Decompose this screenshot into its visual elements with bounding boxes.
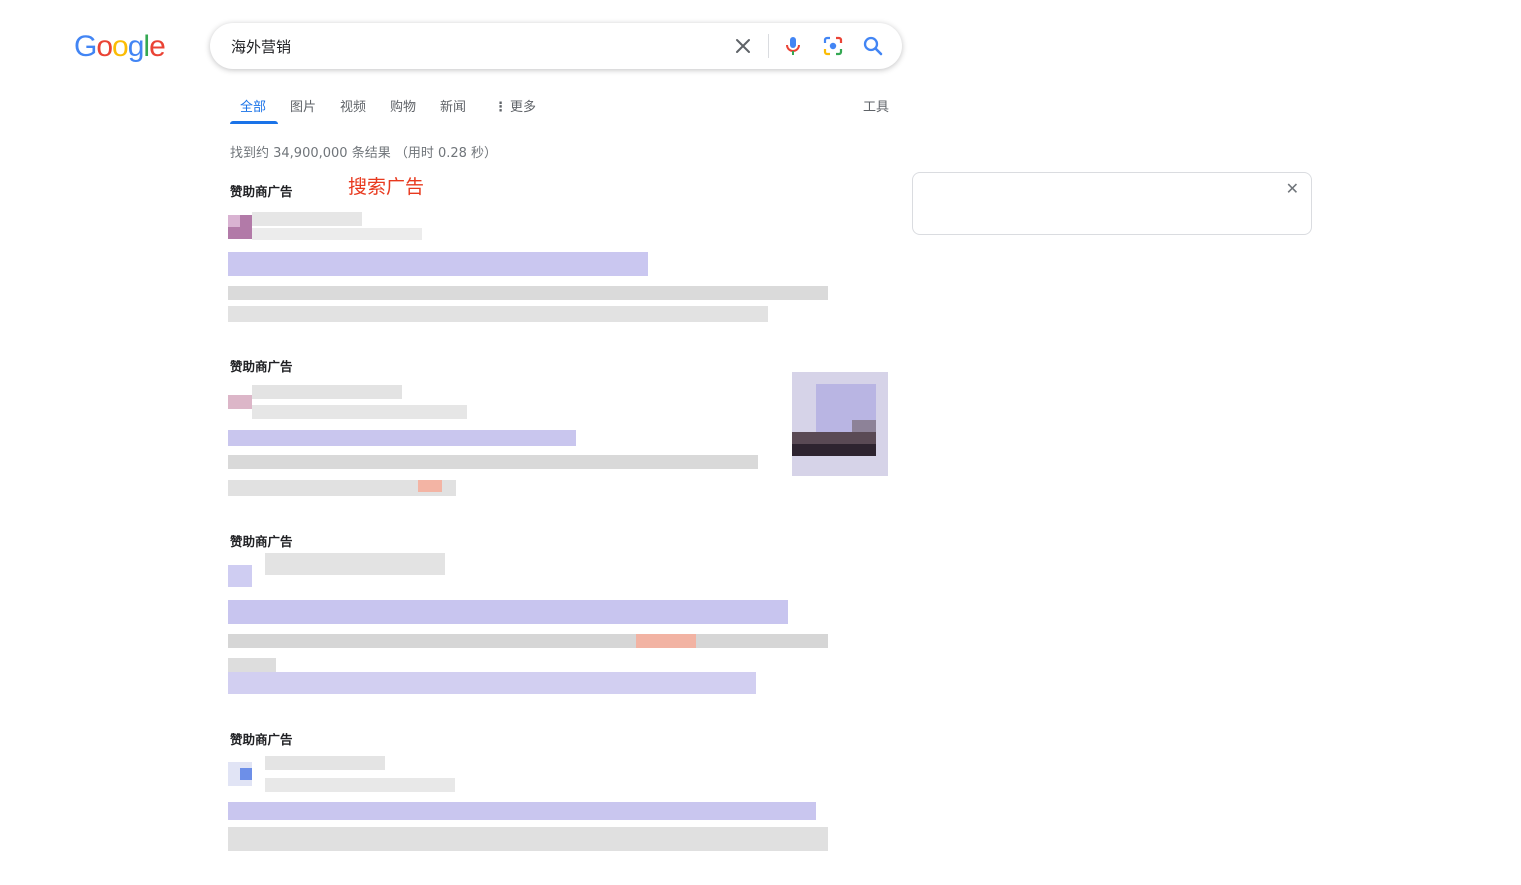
search-tabs: 全部 图片 视频 购物 新闻 ⋮ 更多 工具: [230, 92, 910, 126]
ad-thumbnail-image[interactable]: [792, 372, 888, 476]
ad-title-link[interactable]: [228, 600, 788, 624]
tab-news[interactable]: 新闻: [440, 96, 466, 115]
search-box[interactable]: 海外营销: [210, 23, 902, 69]
ad-site-name: [265, 756, 385, 770]
ad-display-url: [252, 228, 422, 240]
ad-description: [228, 634, 828, 648]
logo-letter-o2: o: [112, 30, 129, 63]
logo-letter-o1: o: [96, 30, 113, 63]
ad-title-link[interactable]: [228, 802, 816, 820]
ad-display-url: [265, 778, 455, 792]
ad-description: [228, 455, 758, 469]
tools-button[interactable]: 工具: [863, 96, 889, 115]
tab-all[interactable]: 全部: [240, 96, 266, 115]
ad-favicon-center: [240, 768, 252, 780]
ad-description: [228, 658, 276, 672]
sponsored-label: 赞助商广告: [230, 732, 293, 747]
search-input[interactable]: 海外营销: [231, 36, 291, 57]
lens-camera-icon[interactable]: [821, 34, 845, 58]
clear-icon[interactable]: [731, 34, 755, 58]
ad-title-link[interactable]: [228, 430, 576, 446]
ad-site-name: [252, 212, 362, 226]
tab-more-label: 更多: [510, 100, 537, 115]
ad-title-link[interactable]: [228, 252, 648, 276]
sponsored-label: 赞助商广告: [230, 359, 293, 374]
logo-letter-g2: g: [127, 30, 145, 63]
tab-shopping[interactable]: 购物: [390, 96, 416, 115]
result-stats: 找到约 34,900,000 条结果 （用时 0.28 秒）: [230, 146, 498, 161]
microphone-icon[interactable]: [781, 34, 805, 58]
more-vert-icon: ⋮: [494, 100, 507, 115]
ad-description: [228, 827, 828, 851]
ad-favicon: [228, 565, 252, 587]
ad-sitelinks[interactable]: [228, 672, 756, 694]
side-panel-card: ✕: [912, 172, 1312, 235]
logo-letter-g: G: [74, 30, 97, 63]
search-icon[interactable]: [861, 34, 885, 58]
ad-highlight: [636, 634, 696, 648]
google-logo[interactable]: Google: [74, 29, 166, 65]
ad-favicon: [228, 395, 252, 409]
sponsored-label: 赞助商广告: [230, 184, 293, 199]
ad-site-name: [265, 553, 445, 575]
logo-letter-e: e: [149, 30, 166, 63]
ad-description: [228, 286, 828, 300]
close-icon[interactable]: ✕: [1286, 179, 1299, 198]
active-tab-indicator: [230, 121, 278, 124]
ad-description: [228, 306, 768, 322]
search-divider: [768, 34, 769, 58]
ad-highlight: [418, 480, 442, 492]
sponsored-label: 赞助商广告: [230, 534, 293, 549]
tab-more[interactable]: ⋮ 更多: [494, 96, 536, 115]
tab-videos[interactable]: 视频: [340, 96, 366, 115]
annotation-label: 搜索广告: [348, 176, 425, 198]
ad-site-name: [252, 385, 402, 399]
tab-images[interactable]: 图片: [290, 96, 316, 115]
ad-display-url: [252, 405, 467, 419]
